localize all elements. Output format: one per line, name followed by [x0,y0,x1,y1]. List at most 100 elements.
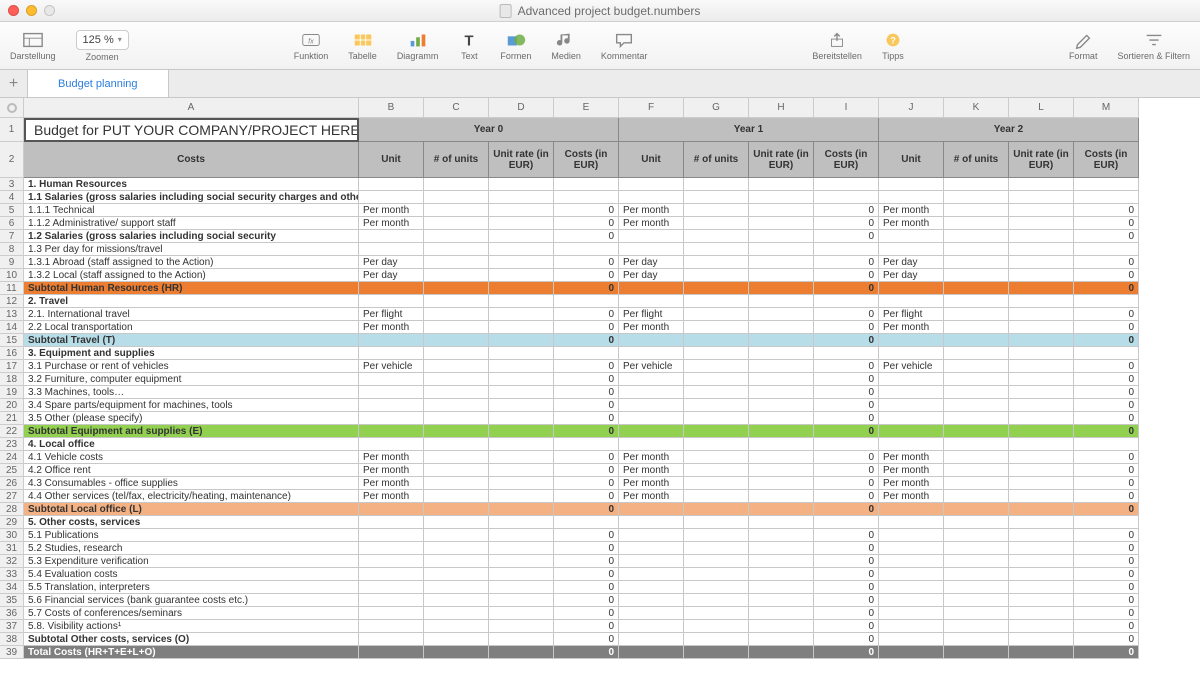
cell[interactable] [944,282,1009,295]
cell[interactable] [424,438,489,451]
cell[interactable] [684,386,749,399]
cell[interactable] [749,633,814,646]
cell[interactable] [749,646,814,659]
cell[interactable] [749,412,814,425]
cell[interactable]: 0 [1074,607,1139,620]
cell[interactable]: 0 [814,256,879,269]
cell[interactable] [879,295,944,308]
cell[interactable]: Per day [619,256,684,269]
cell[interactable]: 0 [1074,594,1139,607]
cell[interactable] [684,594,749,607]
cell[interactable] [619,503,684,516]
cell[interactable] [684,633,749,646]
cell[interactable]: 3.3 Machines, tools… [24,386,359,399]
cell[interactable]: 0 [814,204,879,217]
cell[interactable] [684,399,749,412]
cell[interactable] [879,529,944,542]
cell[interactable] [684,425,749,438]
cell[interactable] [684,607,749,620]
cell[interactable] [424,321,489,334]
cell[interactable] [749,477,814,490]
cell[interactable]: 0 [554,256,619,269]
cell[interactable] [424,581,489,594]
cell[interactable] [1009,503,1074,516]
cell[interactable]: 3. Equipment and supplies [24,347,359,360]
cell[interactable] [684,620,749,633]
view-button[interactable]: Darstellung [10,31,56,61]
cell[interactable] [424,503,489,516]
cell[interactable]: 0 [554,646,619,659]
cell[interactable]: 0 [814,620,879,633]
cell[interactable] [489,217,554,230]
cell[interactable] [359,438,424,451]
cell[interactable]: 0 [1074,334,1139,347]
cell[interactable] [424,464,489,477]
cell[interactable] [489,633,554,646]
cell[interactable]: Per month [619,477,684,490]
cell[interactable] [424,295,489,308]
cell[interactable] [424,555,489,568]
cell[interactable]: 0 [554,204,619,217]
cell[interactable]: Per month [619,217,684,230]
row-header[interactable]: 19 [0,386,24,399]
cell[interactable] [1009,230,1074,243]
cell[interactable] [944,555,1009,568]
cell[interactable] [944,464,1009,477]
cell[interactable] [749,386,814,399]
add-sheet-button[interactable]: + [0,70,28,97]
cell[interactable]: Per month [359,490,424,503]
cell[interactable] [424,217,489,230]
cell[interactable] [1009,412,1074,425]
cell[interactable]: 0 [1074,633,1139,646]
cell[interactable] [489,581,554,594]
cell[interactable]: 0 [1074,386,1139,399]
row-header[interactable]: 22 [0,425,24,438]
cell[interactable] [489,412,554,425]
cell[interactable] [1009,451,1074,464]
cell[interactable] [489,295,554,308]
cell[interactable] [944,594,1009,607]
cell[interactable] [879,386,944,399]
cell[interactable] [944,477,1009,490]
cell[interactable]: 0 [814,425,879,438]
cell[interactable] [684,646,749,659]
cell[interactable]: 0 [554,594,619,607]
cell[interactable]: 0 [554,360,619,373]
cell[interactable] [749,178,814,191]
cell[interactable] [684,204,749,217]
cell[interactable]: 0 [814,464,879,477]
cell[interactable]: 0 [1074,451,1139,464]
cell[interactable] [944,360,1009,373]
cell[interactable]: Per month [619,321,684,334]
cell[interactable] [619,568,684,581]
cell[interactable] [1009,295,1074,308]
row-header[interactable]: 2 [0,142,24,178]
cell[interactable] [879,594,944,607]
cell[interactable] [944,269,1009,282]
cell[interactable] [1074,191,1139,204]
cell[interactable] [749,438,814,451]
cell[interactable] [1009,243,1074,256]
cell[interactable] [684,490,749,503]
cell[interactable]: Subtotal Local office (L) [24,503,359,516]
cell[interactable] [749,620,814,633]
cell[interactable] [489,386,554,399]
cell[interactable]: 0 [1074,360,1139,373]
row-header[interactable]: 6 [0,217,24,230]
cell[interactable]: 0 [1074,282,1139,295]
cell[interactable] [619,581,684,594]
cell[interactable] [684,516,749,529]
cell[interactable] [1009,308,1074,321]
cell[interactable] [489,529,554,542]
cell[interactable]: # of units [944,142,1009,178]
cell[interactable] [1009,269,1074,282]
cell[interactable] [554,438,619,451]
cell[interactable] [489,321,554,334]
function-button[interactable]: fx Funktion [294,31,329,61]
cell[interactable] [879,243,944,256]
cell[interactable] [424,633,489,646]
cell[interactable]: Costs (in EUR) [1074,142,1139,178]
cell[interactable]: Unit [359,142,424,178]
row-header[interactable]: 9 [0,256,24,269]
cell[interactable]: Per month [879,321,944,334]
